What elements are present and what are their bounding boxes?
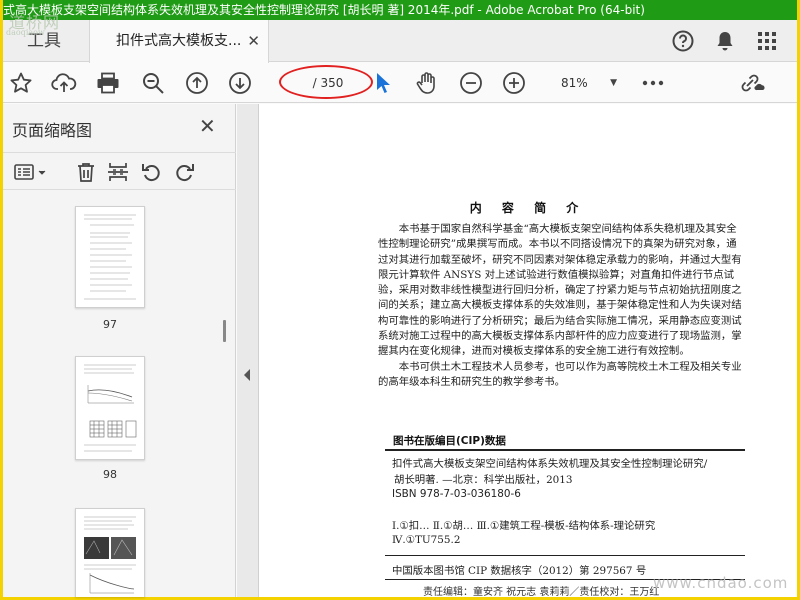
page-thumbnail-98[interactable] bbox=[75, 356, 145, 460]
tab-document-label: 扣件式高大模板支... bbox=[116, 33, 242, 49]
next-page-icon[interactable] bbox=[226, 69, 254, 97]
cip-top-rule bbox=[385, 449, 745, 451]
chevron-down-icon: ▼ bbox=[610, 78, 617, 88]
thumbnail-toolbar bbox=[3, 152, 236, 190]
pdf-page: 内 容 简 介 本书基于国家自然科学基金“高大模板支架空间结构体系失稳机理及其安… bbox=[259, 104, 797, 598]
star-icon[interactable] bbox=[7, 69, 35, 97]
site-watermark: www.cndao.com bbox=[653, 574, 789, 592]
page-heading: 内 容 简 介 bbox=[469, 201, 587, 215]
thumbnail-scrollbar[interactable] bbox=[217, 200, 233, 593]
rotate-clockwise-icon[interactable] bbox=[171, 159, 197, 185]
cip-line: 胡长明著. —北京：科学出版社，2013 bbox=[394, 474, 573, 486]
window-title: 式高大模板支架空间结构体系失效机理及其安全性控制理论研究 [胡长明 著] 201… bbox=[3, 3, 645, 17]
previous-page-icon[interactable] bbox=[183, 69, 211, 97]
cip-isbn: ISBN 978-7-03-036180-6 bbox=[392, 488, 521, 500]
zoom-out-magnifier-icon[interactable] bbox=[139, 69, 167, 97]
cip-mid-rule bbox=[385, 555, 745, 556]
select-cursor-icon[interactable] bbox=[369, 69, 397, 97]
hand-tool-icon[interactable] bbox=[413, 69, 441, 97]
rotate-counterclockwise-icon[interactable] bbox=[139, 159, 165, 185]
scrollbar-thumb[interactable] bbox=[223, 320, 226, 342]
cip-title: 图书在版编目(CIP)数据 bbox=[393, 435, 506, 447]
help-icon[interactable] bbox=[669, 28, 697, 54]
cip-number: 中国版本图书馆 CIP 数据核字（2012）第 297567 号 bbox=[392, 565, 647, 577]
share-link-icon[interactable] bbox=[738, 69, 766, 97]
synopsis-body: 本书基于国家自然科学基金“高大模板支架空间结构体系失稳机理及其安全性控制理论研究… bbox=[378, 222, 746, 390]
notification-bell-icon[interactable] bbox=[711, 28, 739, 54]
cip-classification: Ⅰ.①扣… Ⅱ.①胡… Ⅲ.①建筑工程-模板-结构体系-理论研究 bbox=[392, 520, 656, 532]
cip-classification: Ⅳ.①TU755.2 bbox=[392, 534, 461, 546]
tab-document[interactable]: 扣件式高大模板支... ✕ bbox=[89, 20, 269, 63]
zoom-level-dropdown[interactable]: 81% ▼ bbox=[551, 71, 617, 95]
cloud-upload-icon[interactable] bbox=[50, 69, 78, 97]
synopsis-paragraph: 本书可供土木工程技术人员参考，也可以作为高等院校土木工程及相关专业的高年级本科生… bbox=[378, 360, 742, 388]
delete-page-icon[interactable] bbox=[73, 159, 99, 185]
close-panel-icon[interactable]: ✕ bbox=[199, 114, 216, 138]
acrobat-window: 式高大模板支架空间结构体系失效机理及其安全性控制理论研究 [胡长明 著] 201… bbox=[3, 0, 797, 598]
zoom-level-value: 81% bbox=[561, 76, 588, 90]
synopsis-paragraph: 本书基于国家自然科学基金“高大模板支架空间结构体系失稳机理及其安全性控制理论研究… bbox=[378, 223, 742, 358]
page-thumbnail-label: 98 bbox=[103, 468, 117, 481]
cip-body: 扣件式高大模板支架空间结构体系失效机理及其安全性控制理论研究/ 胡长明著. —北… bbox=[392, 456, 752, 488]
main-toolbar: / 350 81% ▼ bbox=[3, 63, 797, 103]
more-options-icon[interactable] bbox=[639, 69, 667, 97]
page-thumbnails-panel: 页面缩略图 ✕ 97 98 bbox=[3, 104, 236, 597]
thumbnail-options-dropdown[interactable] bbox=[11, 159, 51, 185]
close-tab-icon[interactable]: ✕ bbox=[247, 20, 260, 62]
collapse-panel-arrow-icon[interactable] bbox=[243, 368, 251, 382]
zoom-out-icon[interactable] bbox=[457, 69, 485, 97]
print-icon[interactable] bbox=[94, 69, 122, 97]
zoom-in-icon[interactable] bbox=[500, 69, 528, 97]
page-thumbnail-label: 97 bbox=[103, 318, 117, 331]
page-thumbnail-99[interactable] bbox=[75, 508, 145, 597]
extract-page-icon[interactable] bbox=[105, 159, 131, 185]
cip-line: 扣件式高大模板支架空间结构体系失效机理及其安全性控制理论研究/ bbox=[392, 458, 708, 470]
red-highlight-ellipse bbox=[279, 65, 373, 99]
editors-line: 责任编辑：童安齐 祝元志 袁莉莉／责任校对：王万红 bbox=[423, 587, 660, 598]
panel-title: 页面缩略图 bbox=[12, 121, 93, 140]
document-viewport: 内 容 简 介 本书基于国家自然科学基金“高大模板支架空间结构体系失稳机理及其安… bbox=[237, 104, 797, 598]
tab-tools[interactable]: 工具 bbox=[3, 20, 89, 62]
window-title-bar: 式高大模板支架空间结构体系失效机理及其安全性控制理论研究 [胡长明 著] 201… bbox=[3, 0, 797, 20]
page-thumbnail-97[interactable] bbox=[75, 206, 145, 308]
apps-grid-icon[interactable] bbox=[753, 28, 781, 54]
tab-bar: 工具 扣件式高大模板支... ✕ bbox=[3, 20, 797, 63]
